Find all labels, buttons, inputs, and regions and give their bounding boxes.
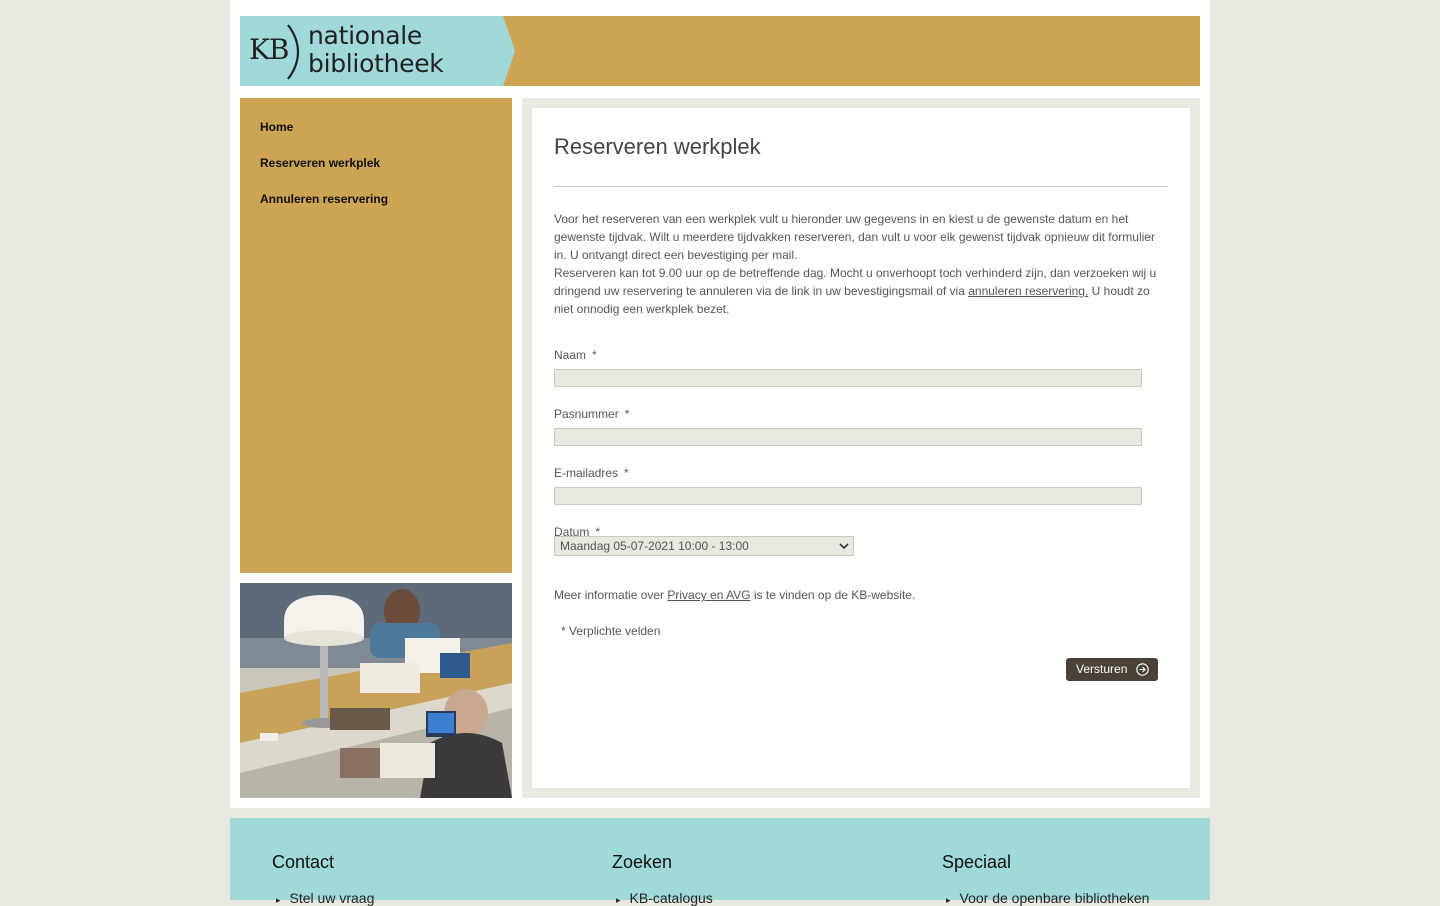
- name-required-mark: *: [592, 348, 597, 362]
- footer-heading-speciaal: Speciaal: [942, 852, 1012, 872]
- page-wrapper: KB nationale bibliotheek Home Reserveren…: [230, 0, 1210, 808]
- nav-item-home[interactable]: Home: [260, 120, 293, 134]
- arrow-bullet-icon: ▸: [276, 895, 281, 905]
- annuleren-reservering-link[interactable]: annuleren reservering.: [968, 284, 1088, 298]
- datum-select[interactable]: Maandag 05-07-2021 10:00 - 13:00: [554, 536, 854, 556]
- email-label-text: E-mailadres: [554, 466, 619, 480]
- name-label-text: Naam: [554, 348, 587, 362]
- intro-paragraph-1: Voor het reserveren van een werkplek vul…: [554, 212, 1155, 262]
- pasnummer-input[interactable]: [554, 428, 1142, 446]
- name-input[interactable]: [554, 369, 1142, 387]
- pasnummer-label-text: Pasnummer: [554, 407, 619, 421]
- site-footer: Contact ▸ Stel uw vraag Zoeken ▸ KB-catalo…: [230, 818, 1210, 906]
- intro-paragraph-2: Reserveren kan tot 9.00 uur op de betref…: [554, 264, 1164, 318]
- footer-heading-zoeken: Zoeken: [612, 852, 673, 872]
- required-fields-note: * Verplichte velden: [561, 624, 661, 638]
- site-header: KB nationale bibliotheek: [240, 16, 1200, 86]
- main-content: Reserveren werkplek Voor het reserveren …: [532, 108, 1190, 788]
- privacy-avg-link[interactable]: Privacy en AVG: [667, 588, 750, 602]
- library-reading-room-photo: [240, 583, 512, 798]
- footer-link-label: Voor de openbare bibliotheken: [959, 890, 1150, 906]
- logo-line-2: bibliotheek: [308, 49, 444, 78]
- intro-text: Voor het reserveren van een werkplek vul…: [554, 210, 1164, 318]
- kb-logo[interactable]: KB nationale bibliotheek: [240, 16, 515, 86]
- footer-link-label: Stel uw vraag: [289, 890, 375, 906]
- footer-link-stel-uw-vraag[interactable]: ▸ Stel uw vraag: [276, 890, 374, 906]
- versturen-button-label: Versturen: [1076, 662, 1128, 676]
- logo-bracket-icon: [287, 24, 300, 80]
- pasnummer-required-mark: *: [624, 407, 630, 421]
- sidebar-nav: Home Reserveren werkplek Annuleren reser…: [240, 98, 512, 573]
- title-divider: [554, 186, 1168, 187]
- footer-link-label: KB-catalogus: [629, 890, 713, 906]
- email-label: E-mailadres *: [554, 466, 629, 480]
- page-title: Reserveren werkplek: [554, 134, 761, 159]
- privacy-after: is te vinden op de KB-website.: [750, 588, 916, 602]
- email-input[interactable]: [554, 487, 1142, 505]
- library-photo-illustration: [240, 583, 512, 798]
- privacy-before: Meer informatie over: [554, 588, 668, 602]
- datum-selected-value: Maandag 05-07-2021 10:00 - 13:00: [560, 539, 749, 553]
- content-frame: Reserveren werkplek Voor het reserveren …: [522, 98, 1200, 798]
- logo-wordmark: nationale bibliotheek: [308, 21, 444, 78]
- footer-column-zoeken: Zoeken ▸ KB-catalogus: [612, 852, 713, 906]
- footer-link-openbare-bibliotheken[interactable]: ▸ Voor de openbare bibliotheken: [946, 890, 1149, 906]
- logo-kb-text: KB: [249, 33, 289, 66]
- privacy-text: Meer informatie over Privacy en AVG is t…: [554, 588, 915, 602]
- footer-link-kb-catalogus[interactable]: ▸ KB-catalogus: [616, 890, 713, 906]
- nav-item-annuleren-reservering[interactable]: Annuleren reservering: [260, 192, 388, 206]
- arrow-bullet-icon: ▸: [946, 895, 951, 905]
- chevron-down-icon: [839, 543, 849, 550]
- footer-column-speciaal: Speciaal ▸ Voor de openbare bibliotheken: [942, 852, 1149, 906]
- email-required-mark: *: [624, 466, 629, 480]
- footer-column-contact: Contact ▸ Stel uw vraag: [272, 852, 374, 906]
- footer-heading-contact: Contact: [272, 852, 335, 872]
- name-label: Naam *: [554, 348, 597, 362]
- arrow-bullet-icon: ▸: [616, 895, 621, 905]
- nav-item-reserveren-werkplek[interactable]: Reserveren werkplek: [260, 156, 380, 170]
- versturen-button[interactable]: Versturen: [1066, 658, 1158, 681]
- logo-line-1: nationale: [308, 21, 422, 50]
- pasnummer-label: Pasnummer *: [554, 407, 629, 421]
- arrow-right-circle-icon: [1136, 663, 1149, 676]
